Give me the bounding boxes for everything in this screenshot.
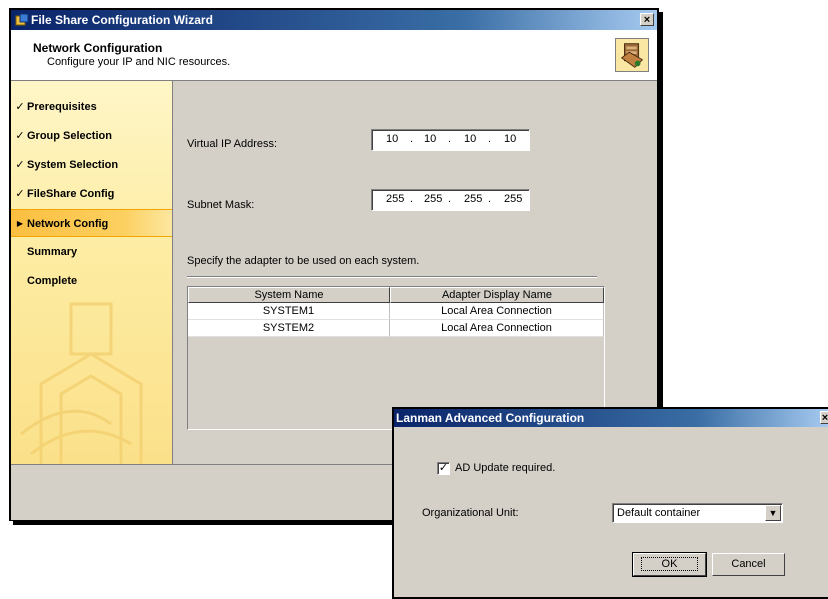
organizational-unit-select[interactable]: Default container ▼: [612, 503, 783, 523]
ok-button-label: OK: [640, 557, 699, 571]
ip-octet: 255: [504, 193, 523, 205]
ip-dot: .: [410, 133, 414, 145]
table-row[interactable]: SYSTEM2 Local Area Connection: [188, 320, 604, 337]
step-network-config: ▶ Network Config: [11, 209, 172, 237]
ok-button[interactable]: OK: [632, 552, 707, 577]
selected-value: Default container: [617, 507, 701, 519]
column-header-system-name[interactable]: System Name: [188, 287, 390, 303]
lanman-title: Lanman Advanced Configuration: [396, 411, 585, 425]
checkmark-icon: ✓: [15, 188, 25, 200]
step-label: FileShare Config: [27, 188, 115, 200]
adapter-name-cell[interactable]: Local Area Connection: [390, 303, 604, 320]
checkmark-icon: ✓: [15, 159, 25, 171]
ip-octet: 255: [424, 193, 443, 205]
adapter-name-cell[interactable]: Local Area Connection: [390, 320, 604, 337]
step-system-selection: ✓ System Selection: [11, 151, 172, 179]
step-label: Group Selection: [27, 130, 112, 142]
ip-dot: .: [488, 193, 492, 205]
checkmark-icon: ✓: [15, 130, 25, 142]
step-prerequisites: ✓ Prerequisites: [11, 93, 172, 121]
subnet-mask-input[interactable]: 255 . 255 . 255 . 255: [371, 189, 530, 211]
step-complete: Complete: [11, 267, 172, 295]
lanman-titlebar[interactable]: Lanman Advanced Configuration ×: [394, 409, 828, 427]
ad-update-checkbox[interactable]: ✓: [437, 462, 450, 475]
cancel-button[interactable]: Cancel: [712, 553, 785, 576]
file-share-icon: [615, 38, 649, 72]
ip-octet: 10: [464, 133, 477, 145]
system-name-cell: SYSTEM1: [188, 303, 390, 320]
virtual-ip-label: Virtual IP Address:: [187, 138, 278, 150]
ip-octet: 10: [504, 133, 517, 145]
subnet-mask-label: Subnet Mask:: [187, 199, 255, 211]
lanman-dialog: Lanman Advanced Configuration × ✓ AD Upd…: [392, 407, 828, 599]
step-group-selection: ✓ Group Selection: [11, 122, 172, 150]
virtual-ip-input[interactable]: 10 . 10 . 10 . 10: [371, 129, 530, 151]
step-label: System Selection: [27, 159, 119, 171]
wizard-title: File Share Configuration Wizard: [31, 13, 213, 27]
step-label: Complete: [27, 275, 78, 287]
column-header-adapter-name[interactable]: Adapter Display Name: [390, 287, 604, 303]
organizational-unit-label: Organizational Unit:: [422, 507, 519, 519]
adapter-instruction: Specify the adapter to be used on each s…: [187, 255, 420, 267]
ip-dot: .: [448, 193, 452, 205]
step-label: Prerequisites: [27, 101, 97, 113]
table-row[interactable]: SYSTEM1 Local Area Connection: [188, 303, 604, 320]
ip-dot: .: [448, 133, 452, 145]
checkmark-icon: ✓: [15, 101, 25, 113]
ip-dot: .: [488, 133, 492, 145]
ad-update-label[interactable]: AD Update required.: [455, 462, 555, 474]
page-subtitle: Configure your IP and NIC resources.: [47, 56, 231, 68]
step-fileshare-config: ✓ FileShare Config: [11, 180, 172, 208]
close-icon[interactable]: ×: [640, 13, 654, 26]
separator: [187, 276, 597, 278]
chevron-down-icon[interactable]: ▼: [765, 505, 781, 521]
wizard-steps-sidebar: ✓ Prerequisites ✓ Group Selection ✓ Syst…: [11, 81, 173, 464]
wizard-titlebar[interactable]: File Share Configuration Wizard ×: [11, 10, 657, 30]
current-step-arrow-icon: ▶: [16, 219, 24, 228]
close-icon[interactable]: ×: [820, 411, 828, 424]
ip-dot: .: [410, 193, 414, 205]
wizard-app-icon: [15, 13, 29, 26]
wizard-header: Network Configuration Configure your IP …: [11, 30, 657, 81]
ip-octet: 10: [424, 133, 437, 145]
page-title: Network Configuration: [33, 41, 163, 55]
ip-octet: 10: [386, 133, 399, 145]
ip-octet: 255: [386, 193, 405, 205]
system-name-cell: SYSTEM2: [188, 320, 390, 337]
step-summary: Summary: [11, 238, 172, 266]
step-label: Summary: [27, 246, 78, 258]
step-label: Network Config: [27, 218, 109, 230]
ip-octet: 255: [464, 193, 483, 205]
